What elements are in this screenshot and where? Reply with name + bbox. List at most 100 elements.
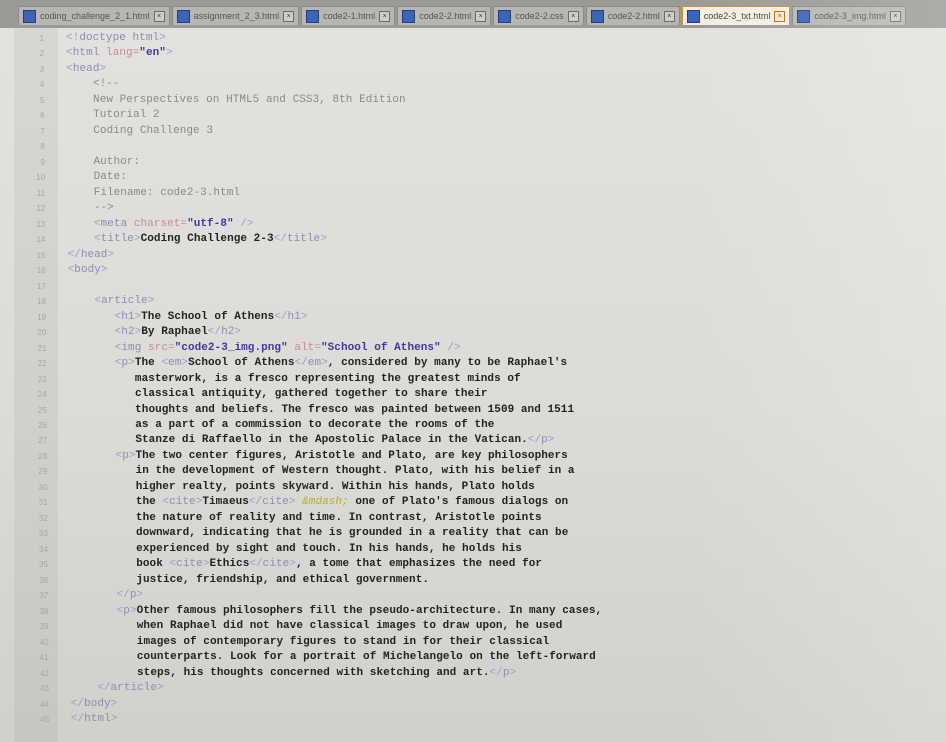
line-number: 44 [40, 699, 50, 709]
code-line[interactable]: 43 </article> [0, 681, 946, 698]
code-line[interactable]: 18 <article> [0, 294, 946, 311]
code-text: </head> [67, 248, 115, 261]
code-line[interactable]: 1 <!doctype html> [0, 31, 946, 48]
code-line[interactable]: 32 the nature of reality and time. In co… [0, 511, 946, 528]
code-text: classical antiquity, gathered together t… [135, 388, 488, 401]
code-line[interactable]: 20 <h2>By Raphael</h2> [0, 325, 946, 342]
code-line[interactable]: 11 Filename: code2-3.html [0, 186, 946, 203]
close-icon[interactable]: × [153, 10, 165, 22]
code-line[interactable]: 17 [0, 279, 946, 296]
close-icon[interactable]: × [663, 10, 675, 22]
tab-4[interactable]: code2-2.css × [493, 6, 584, 25]
close-icon[interactable]: × [283, 10, 295, 22]
code-text: <p>Other famous philosophers fill the ps… [116, 604, 603, 617]
line-number: 40 [39, 637, 49, 647]
tab-1[interactable]: assignment_2_3.html × [171, 6, 300, 25]
line-number: 4 [39, 80, 45, 90]
line-number: 34 [38, 544, 48, 554]
tab-5[interactable]: code2-2.html × [585, 6, 680, 25]
tab-6-active[interactable]: code2-3_txt.html × [681, 6, 791, 25]
tab-label: assignment_2_3.html [193, 11, 280, 21]
tab-list: coding_challenge_2_1.html × assignment_2_… [18, 6, 906, 28]
code-text: <article> [94, 295, 155, 308]
line-number: 11 [36, 188, 46, 198]
code-text: </p> [116, 589, 144, 602]
code-text: <head> [66, 62, 107, 75]
code-line[interactable]: 45 </html> [0, 712, 946, 729]
code-line[interactable]: 14 <title>Coding Challenge 2-3</title> [0, 232, 946, 249]
code-line[interactable]: 44 </body> [0, 697, 946, 714]
code-line[interactable]: 7 Coding Challenge 3 [0, 124, 946, 141]
code-line[interactable]: 35 book <cite>Ethics</cite>, a tome that… [0, 557, 946, 574]
code-line[interactable]: 5 New Perspectives on HTML5 and CSS3, 8t… [0, 93, 946, 110]
code-line[interactable]: 40 images of contemporary figures to sta… [0, 635, 946, 652]
close-icon[interactable]: × [889, 10, 901, 22]
code-text: masterwork, is a fresco representing the… [134, 372, 521, 385]
code-line[interactable]: 13 <meta charset="utf-8" /> [0, 217, 946, 234]
file-icon [306, 9, 320, 23]
code-line[interactable]: 31 the <cite>Timaeus</cite> &mdash; one … [0, 495, 946, 512]
line-number: 31 [38, 498, 48, 508]
code-line[interactable]: 8 [0, 139, 946, 156]
code-line[interactable]: 30 higher realty, points skyward. Within… [0, 480, 946, 497]
close-icon[interactable]: × [567, 10, 579, 22]
tab-bar: coding_challenge_2_1.html × assignment_2_… [0, 0, 946, 28]
code-text: Coding Challenge 3 [93, 124, 213, 137]
code-line[interactable]: 15 </head> [0, 248, 946, 265]
line-number: 21 [37, 343, 47, 353]
code-text: the <cite>Timaeus</cite> &mdash; one of … [135, 496, 569, 509]
tab-7[interactable]: code2-3_img.html × [792, 6, 906, 25]
close-icon[interactable]: × [379, 10, 391, 22]
code-line[interactable]: 16 <body> [0, 263, 946, 280]
code-line[interactable]: 33 downward, indicating that he is groun… [0, 526, 946, 543]
code-text: <h2>By Raphael</h2> [114, 326, 242, 339]
code-line[interactable]: 12 --> [0, 201, 946, 218]
code-line[interactable]: 42 steps, his thoughts concerned with sk… [0, 666, 946, 683]
code-line[interactable]: 36 justice, friendship, and ethical gove… [0, 573, 946, 590]
code-line[interactable]: 41 counterparts. Look for a portrait of … [0, 650, 946, 667]
code-line[interactable]: 39 when Raphael did not have classical i… [0, 619, 946, 636]
code-line[interactable]: 6 Tutorial 2 [0, 108, 946, 125]
close-icon[interactable]: × [475, 10, 487, 22]
code-line[interactable]: 28 <p>The two center figures, Aristotle … [0, 449, 946, 466]
code-line[interactable]: 9 Author: [0, 155, 946, 172]
line-number: 19 [37, 312, 47, 322]
line-number: 28 [38, 451, 48, 461]
code-line[interactable]: 38 <p>Other famous philosophers fill the… [0, 604, 946, 621]
code-line[interactable]: 34 experienced by sight and touch. In hi… [0, 542, 946, 559]
code-line[interactable]: 3 <head> [0, 62, 946, 79]
line-number: 17 [36, 281, 46, 291]
tab-3[interactable]: code2-2.html × [397, 6, 492, 25]
code-line[interactable]: 29 in the development of Western thought… [0, 464, 946, 481]
code-text: <meta charset="utf-8" /> [93, 217, 254, 230]
line-number: 45 [40, 715, 50, 725]
code-line[interactable]: 25 thoughts and beliefs. The fresco was … [0, 403, 946, 420]
code-line[interactable]: 24 classical antiquity, gathered togethe… [0, 387, 946, 404]
code-line[interactable]: 10 Date: [0, 170, 946, 187]
file-icon [590, 9, 604, 23]
line-number: 29 [38, 467, 48, 477]
code-line[interactable]: 37 </p> [0, 588, 946, 605]
line-number: 39 [39, 622, 49, 632]
close-icon[interactable]: × [774, 10, 786, 22]
code-line[interactable]: 23 masterwork, is a fresco representing … [0, 372, 946, 389]
code-line[interactable]: 21 <img src="code2-3_img.png" alt="Schoo… [0, 341, 946, 358]
code-line[interactable]: 26 as a part of a commission to decorate… [0, 418, 946, 435]
code-line[interactable]: 27 Stanze di Raffaello in the Apostolic … [0, 433, 946, 450]
tab-label: code2-2.html [419, 11, 472, 21]
code-line[interactable]: 22 <p>The <em>School of Athens</em>, con… [0, 356, 946, 373]
editor-window: coding_challenge_2_1.html × assignment_2_… [0, 0, 946, 742]
code-text: images of contemporary figures to stand … [136, 635, 550, 648]
code-text: <html lang="en"> [66, 47, 173, 60]
code-text: downward, indicating that he is grounded… [136, 527, 569, 540]
file-icon [23, 9, 36, 23]
line-number: 26 [38, 421, 47, 430]
tab-2[interactable]: code2-1.html × [301, 6, 396, 25]
code-editor[interactable]: 1 <!doctype html> 2 <html lang="en"> 3 <head>… [0, 28, 946, 742]
line-number: 36 [39, 575, 49, 585]
code-line[interactable]: 4 <!-- [0, 77, 946, 94]
code-line[interactable]: 19 <h1>The School of Athens</h1> [0, 310, 946, 327]
tab-0[interactable]: coding_challenge_2_1.html × [18, 6, 170, 25]
code-line[interactable]: 2 <html lang="en"> [0, 46, 946, 63]
file-icon [402, 9, 416, 23]
